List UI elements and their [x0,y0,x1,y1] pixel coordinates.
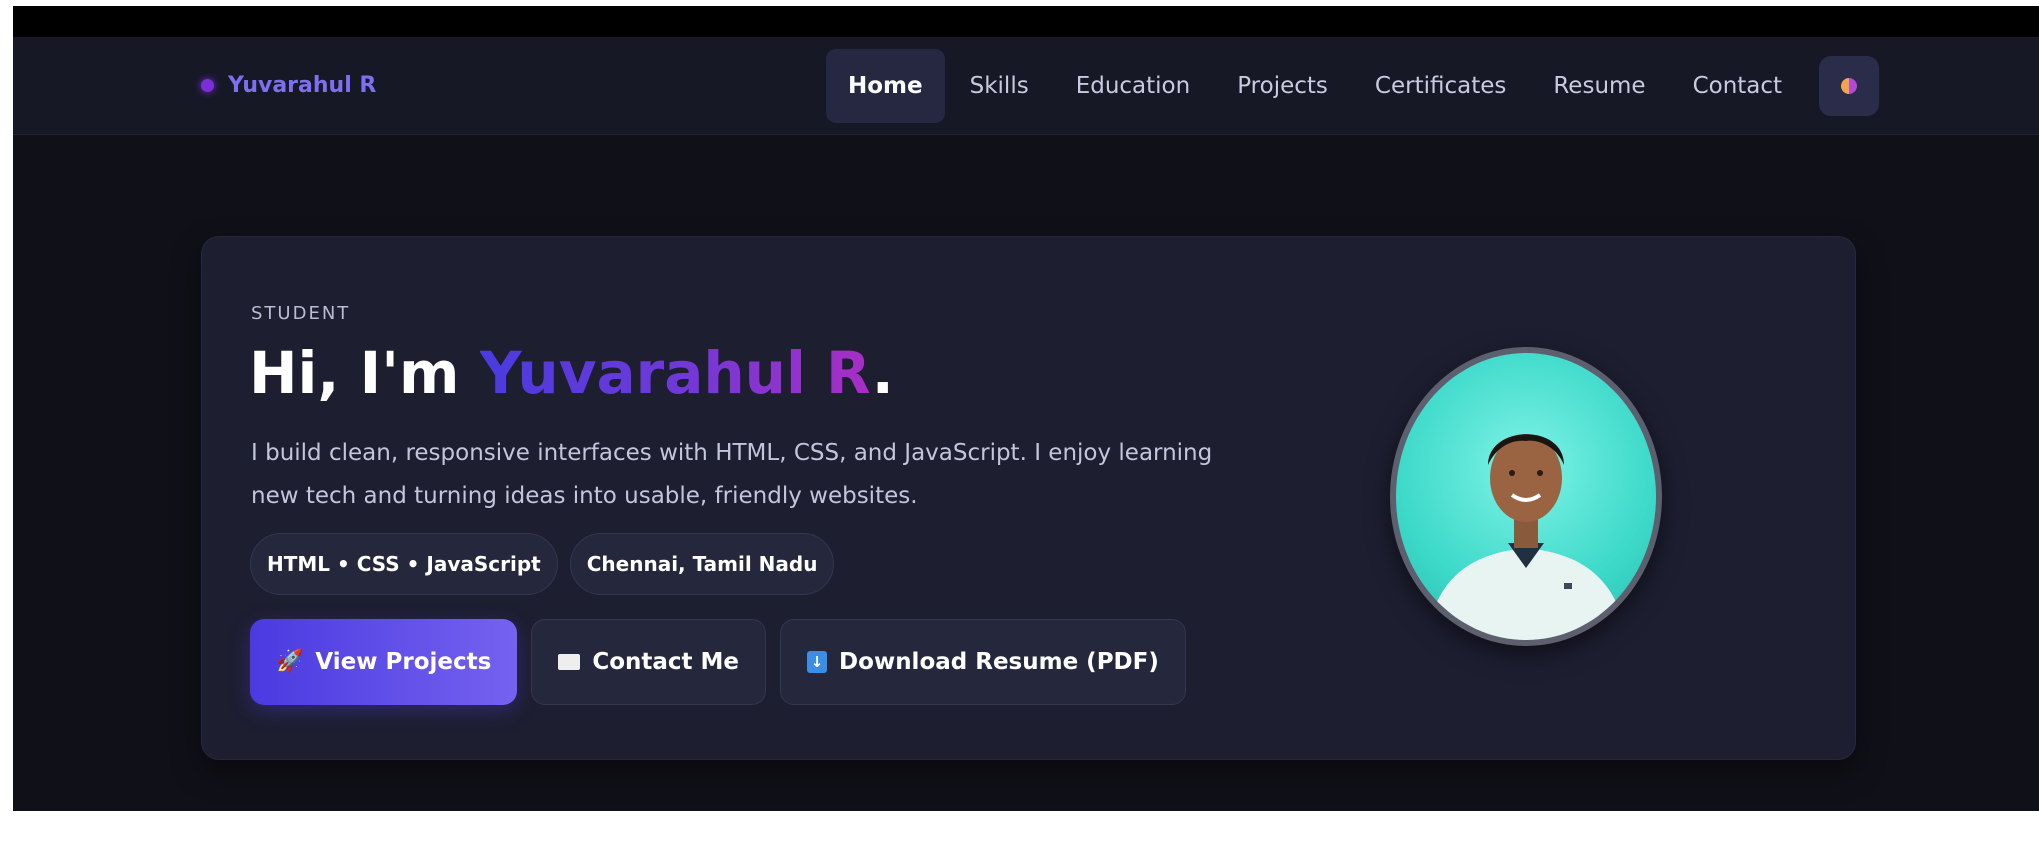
download-icon: ↓ [807,651,828,673]
avatar-frame [1390,347,1662,646]
hero-bio: I build clean, responsive interfaces wit… [251,440,1213,509]
nav-link-contact[interactable]: Contact [1671,49,1804,123]
nav-link-education[interactable]: Education [1054,49,1213,123]
skills-chip: HTML • CSS • JavaScript [250,533,558,595]
location-chip: Chennai, Tamil Nadu [569,533,835,595]
brand[interactable]: Yuvarahul R [201,73,376,98]
nav-link-skills[interactable]: Skills [948,49,1051,123]
view-projects-label: View Projects [315,649,492,675]
nav-link-home[interactable]: Home [826,49,945,123]
person-illustration [1426,434,1628,640]
nav-link-projects[interactable]: Projects [1215,49,1350,123]
headline-period: . [871,339,894,407]
rocket-icon: 🚀 [276,649,304,674]
download-resume-button[interactable]: ↓ Download Resume (PDF) [780,619,1186,705]
view-projects-button[interactable]: 🚀 View Projects [250,619,518,705]
hero-headline: Hi, I'm Yuvarahul R. [249,339,894,407]
page-bottom-margin [0,811,2039,845]
browser-viewport: Yuvarahul R Home Skills Education Projec… [13,6,2039,817]
envelope-icon [558,654,581,670]
brand-name: Yuvarahul R [228,73,377,98]
nav-link-resume[interactable]: Resume [1531,49,1667,123]
hero-actions: 🚀 View Projects Contact Me ↓ Download Re… [250,619,1186,705]
half-moon-icon [1841,78,1858,94]
brand-dot-icon [201,79,214,92]
nav-link-certificates[interactable]: Certificates [1353,49,1528,123]
top-navbar: Yuvarahul R Home Skills Education Projec… [13,37,2039,135]
headline-greeting: Hi, I'm [249,339,480,407]
hero-card: STUDENT Hi, I'm Yuvarahul R. I build cle… [201,236,1856,760]
contact-me-label: Contact Me [592,649,740,675]
nav-links: Home Skills Education Projects Certifica… [826,37,1880,135]
headline-name: Yuvarahul R [479,339,872,407]
theme-toggle-button[interactable] [1819,56,1880,116]
download-resume-label: Download Resume (PDF) [839,649,1159,675]
role-kicker: STUDENT [251,303,351,324]
info-chips: HTML • CSS • JavaScript Chennai, Tamil N… [250,533,835,595]
profile-photo [1396,353,1656,640]
contact-me-button[interactable]: Contact Me [531,619,767,705]
